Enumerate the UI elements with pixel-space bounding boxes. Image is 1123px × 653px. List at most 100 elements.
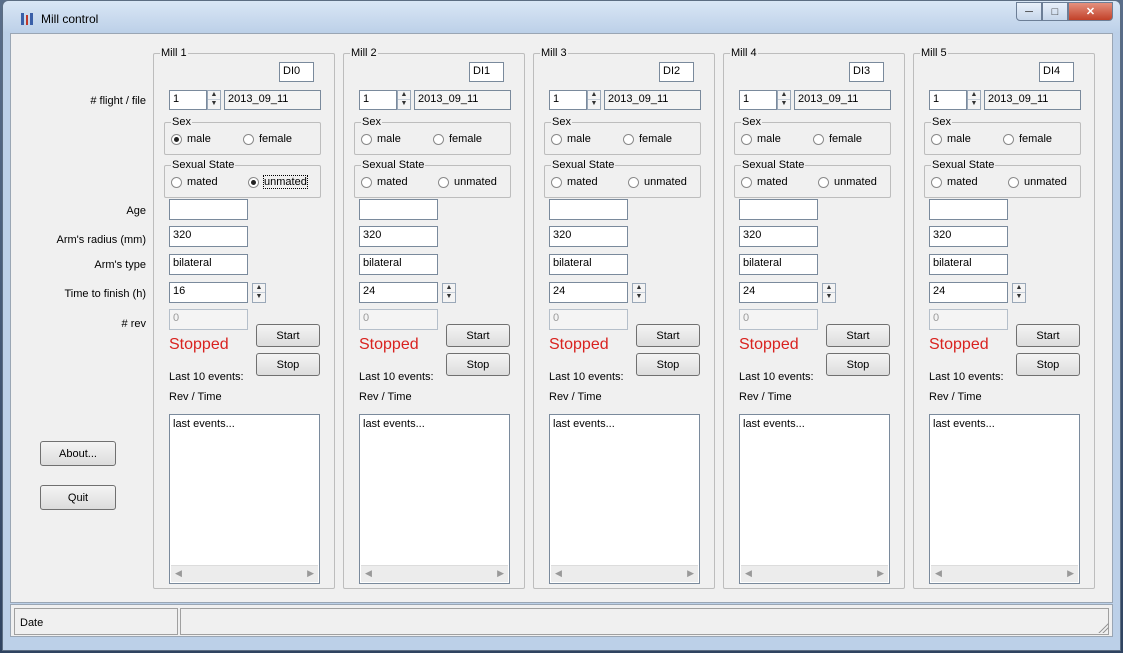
time-to-finish-input[interactable]: 24	[739, 282, 818, 303]
scroll-left-icon[interactable]: ◀	[365, 568, 372, 579]
spin-down-icon[interactable]: ▼	[588, 100, 600, 109]
stop-button[interactable]: Stop	[1016, 353, 1080, 376]
scroll-right-icon[interactable]: ▶	[1067, 568, 1074, 579]
time-spinner[interactable]: ▲ ▼	[632, 283, 646, 303]
minimize-button[interactable]: ─	[1016, 2, 1042, 21]
horizontal-scrollbar[interactable]: ◀ ▶	[931, 565, 1078, 582]
events-listbox[interactable]: last events... ◀ ▶	[929, 414, 1080, 584]
sex-male-radio[interactable]: male	[361, 133, 401, 145]
events-listbox[interactable]: last events... ◀ ▶	[169, 414, 320, 584]
flight-number-field[interactable]: 1	[739, 90, 777, 110]
scroll-left-icon[interactable]: ◀	[745, 568, 752, 579]
stop-button[interactable]: Stop	[636, 353, 700, 376]
arm-radius-input[interactable]: 320	[739, 226, 818, 247]
horizontal-scrollbar[interactable]: ◀ ▶	[551, 565, 698, 582]
sex-female-radio[interactable]: female	[1003, 133, 1052, 145]
di-channel-field[interactable]: DI3	[849, 62, 884, 82]
scroll-left-icon[interactable]: ◀	[175, 568, 182, 579]
arm-radius-input[interactable]: 320	[549, 226, 628, 247]
state-unmated-radio[interactable]: unmated	[628, 176, 687, 188]
age-input[interactable]	[359, 199, 438, 220]
state-unmated-radio[interactable]: unmated	[248, 175, 308, 189]
state-mated-radio[interactable]: mated	[361, 176, 408, 188]
sex-male-radio[interactable]: male	[741, 133, 781, 145]
di-channel-field[interactable]: DI2	[659, 62, 694, 82]
arm-type-input[interactable]: bilateral	[929, 254, 1008, 275]
spin-down-icon[interactable]: ▼	[1013, 293, 1025, 302]
flight-spinner[interactable]: ▲ ▼	[397, 90, 411, 110]
time-to-finish-input[interactable]: 24	[359, 282, 438, 303]
start-button[interactable]: Start	[256, 324, 320, 347]
scroll-right-icon[interactable]: ▶	[687, 568, 694, 579]
file-name-field[interactable]: 2013_09_11	[794, 90, 891, 110]
sex-female-radio[interactable]: female	[243, 133, 292, 145]
events-listbox[interactable]: last events... ◀ ▶	[359, 414, 510, 584]
events-listbox[interactable]: last events... ◀ ▶	[739, 414, 890, 584]
time-to-finish-input[interactable]: 24	[549, 282, 628, 303]
state-mated-radio[interactable]: mated	[171, 176, 218, 188]
sex-female-radio[interactable]: female	[433, 133, 482, 145]
scroll-left-icon[interactable]: ◀	[935, 568, 942, 579]
stop-button[interactable]: Stop	[256, 353, 320, 376]
state-mated-radio[interactable]: mated	[551, 176, 598, 188]
sex-male-radio[interactable]: male	[551, 133, 591, 145]
scroll-right-icon[interactable]: ▶	[307, 568, 314, 579]
flight-number-field[interactable]: 1	[929, 90, 967, 110]
spin-up-icon[interactable]: ▲	[443, 284, 455, 293]
start-button[interactable]: Start	[826, 324, 890, 347]
flight-number-field[interactable]: 1	[359, 90, 397, 110]
time-to-finish-input[interactable]: 24	[929, 282, 1008, 303]
di-channel-field[interactable]: DI1	[469, 62, 504, 82]
horizontal-scrollbar[interactable]: ◀ ▶	[361, 565, 508, 582]
flight-spinner[interactable]: ▲ ▼	[587, 90, 601, 110]
start-button[interactable]: Start	[1016, 324, 1080, 347]
arm-type-input[interactable]: bilateral	[549, 254, 628, 275]
age-input[interactable]	[549, 199, 628, 220]
spin-up-icon[interactable]: ▲	[778, 91, 790, 100]
stop-button[interactable]: Stop	[446, 353, 510, 376]
spin-down-icon[interactable]: ▼	[823, 293, 835, 302]
resize-grip-icon[interactable]	[1097, 621, 1109, 633]
file-name-field[interactable]: 2013_09_11	[224, 90, 321, 110]
start-button[interactable]: Start	[636, 324, 700, 347]
events-listbox[interactable]: last events... ◀ ▶	[549, 414, 700, 584]
state-unmated-radio[interactable]: unmated	[818, 176, 877, 188]
state-unmated-radio[interactable]: unmated	[438, 176, 497, 188]
time-spinner[interactable]: ▲ ▼	[252, 283, 266, 303]
spin-down-icon[interactable]: ▼	[443, 293, 455, 302]
file-name-field[interactable]: 2013_09_11	[414, 90, 511, 110]
file-name-field[interactable]: 2013_09_11	[604, 90, 701, 110]
age-input[interactable]	[739, 199, 818, 220]
sex-female-radio[interactable]: female	[623, 133, 672, 145]
spin-up-icon[interactable]: ▲	[1013, 284, 1025, 293]
horizontal-scrollbar[interactable]: ◀ ▶	[171, 565, 318, 582]
flight-number-field[interactable]: 1	[549, 90, 587, 110]
time-spinner[interactable]: ▲ ▼	[1012, 283, 1026, 303]
spin-up-icon[interactable]: ▲	[968, 91, 980, 100]
scroll-left-icon[interactable]: ◀	[555, 568, 562, 579]
about-button[interactable]: About...	[40, 441, 116, 466]
stop-button[interactable]: Stop	[826, 353, 890, 376]
arm-type-input[interactable]: bilateral	[359, 254, 438, 275]
flight-number-field[interactable]: 1	[169, 90, 207, 110]
scroll-right-icon[interactable]: ▶	[497, 568, 504, 579]
spin-down-icon[interactable]: ▼	[208, 100, 220, 109]
spin-up-icon[interactable]: ▲	[633, 284, 645, 293]
spin-down-icon[interactable]: ▼	[398, 100, 410, 109]
spin-up-icon[interactable]: ▲	[398, 91, 410, 100]
scroll-right-icon[interactable]: ▶	[877, 568, 884, 579]
di-channel-field[interactable]: DI0	[279, 62, 314, 82]
title-bar[interactable]: Mill control ─ □ ✕	[3, 1, 1120, 33]
sex-female-radio[interactable]: female	[813, 133, 862, 145]
time-to-finish-input[interactable]: 16	[169, 282, 248, 303]
flight-spinner[interactable]: ▲ ▼	[967, 90, 981, 110]
arm-radius-input[interactable]: 320	[929, 226, 1008, 247]
sex-male-radio[interactable]: male	[171, 133, 211, 145]
maximize-button[interactable]: □	[1042, 2, 1068, 21]
start-button[interactable]: Start	[446, 324, 510, 347]
di-channel-field[interactable]: DI4	[1039, 62, 1074, 82]
spin-down-icon[interactable]: ▼	[253, 293, 265, 302]
arm-type-input[interactable]: bilateral	[739, 254, 818, 275]
close-button[interactable]: ✕	[1068, 2, 1113, 21]
spin-up-icon[interactable]: ▲	[588, 91, 600, 100]
